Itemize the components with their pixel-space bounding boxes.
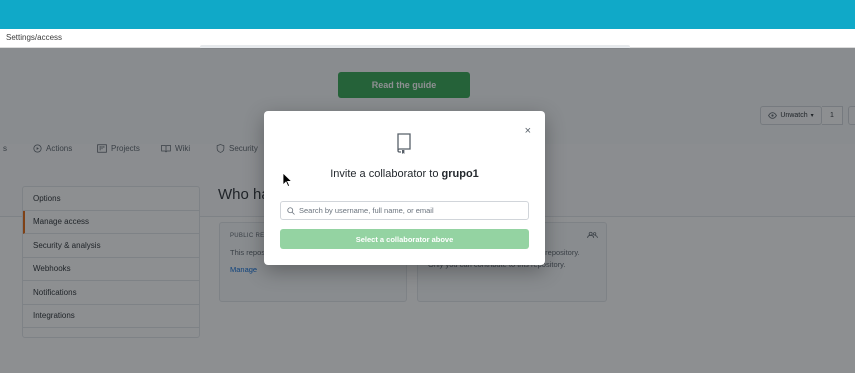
search-icon <box>287 206 295 215</box>
browser-topbar <box>0 0 855 29</box>
close-icon[interactable]: × <box>525 125 531 137</box>
repo-name: grupo1 <box>441 168 479 180</box>
address-url[interactable]: Settings/access <box>6 33 62 42</box>
dialog-title-prefix: Invite a collaborator to <box>330 168 442 180</box>
invite-collaborator-dialog: × Invite a collaborator to grupo1 Select… <box>264 111 545 265</box>
select-collaborator-button[interactable]: Select a collaborator above <box>280 229 529 249</box>
mouse-cursor-icon <box>282 172 292 187</box>
collaborator-search-input[interactable] <box>299 206 519 215</box>
repo-icon <box>395 133 413 157</box>
collaborator-search-field[interactable] <box>280 201 529 220</box>
dialog-title: Invite a collaborator to grupo1 <box>264 168 545 180</box>
